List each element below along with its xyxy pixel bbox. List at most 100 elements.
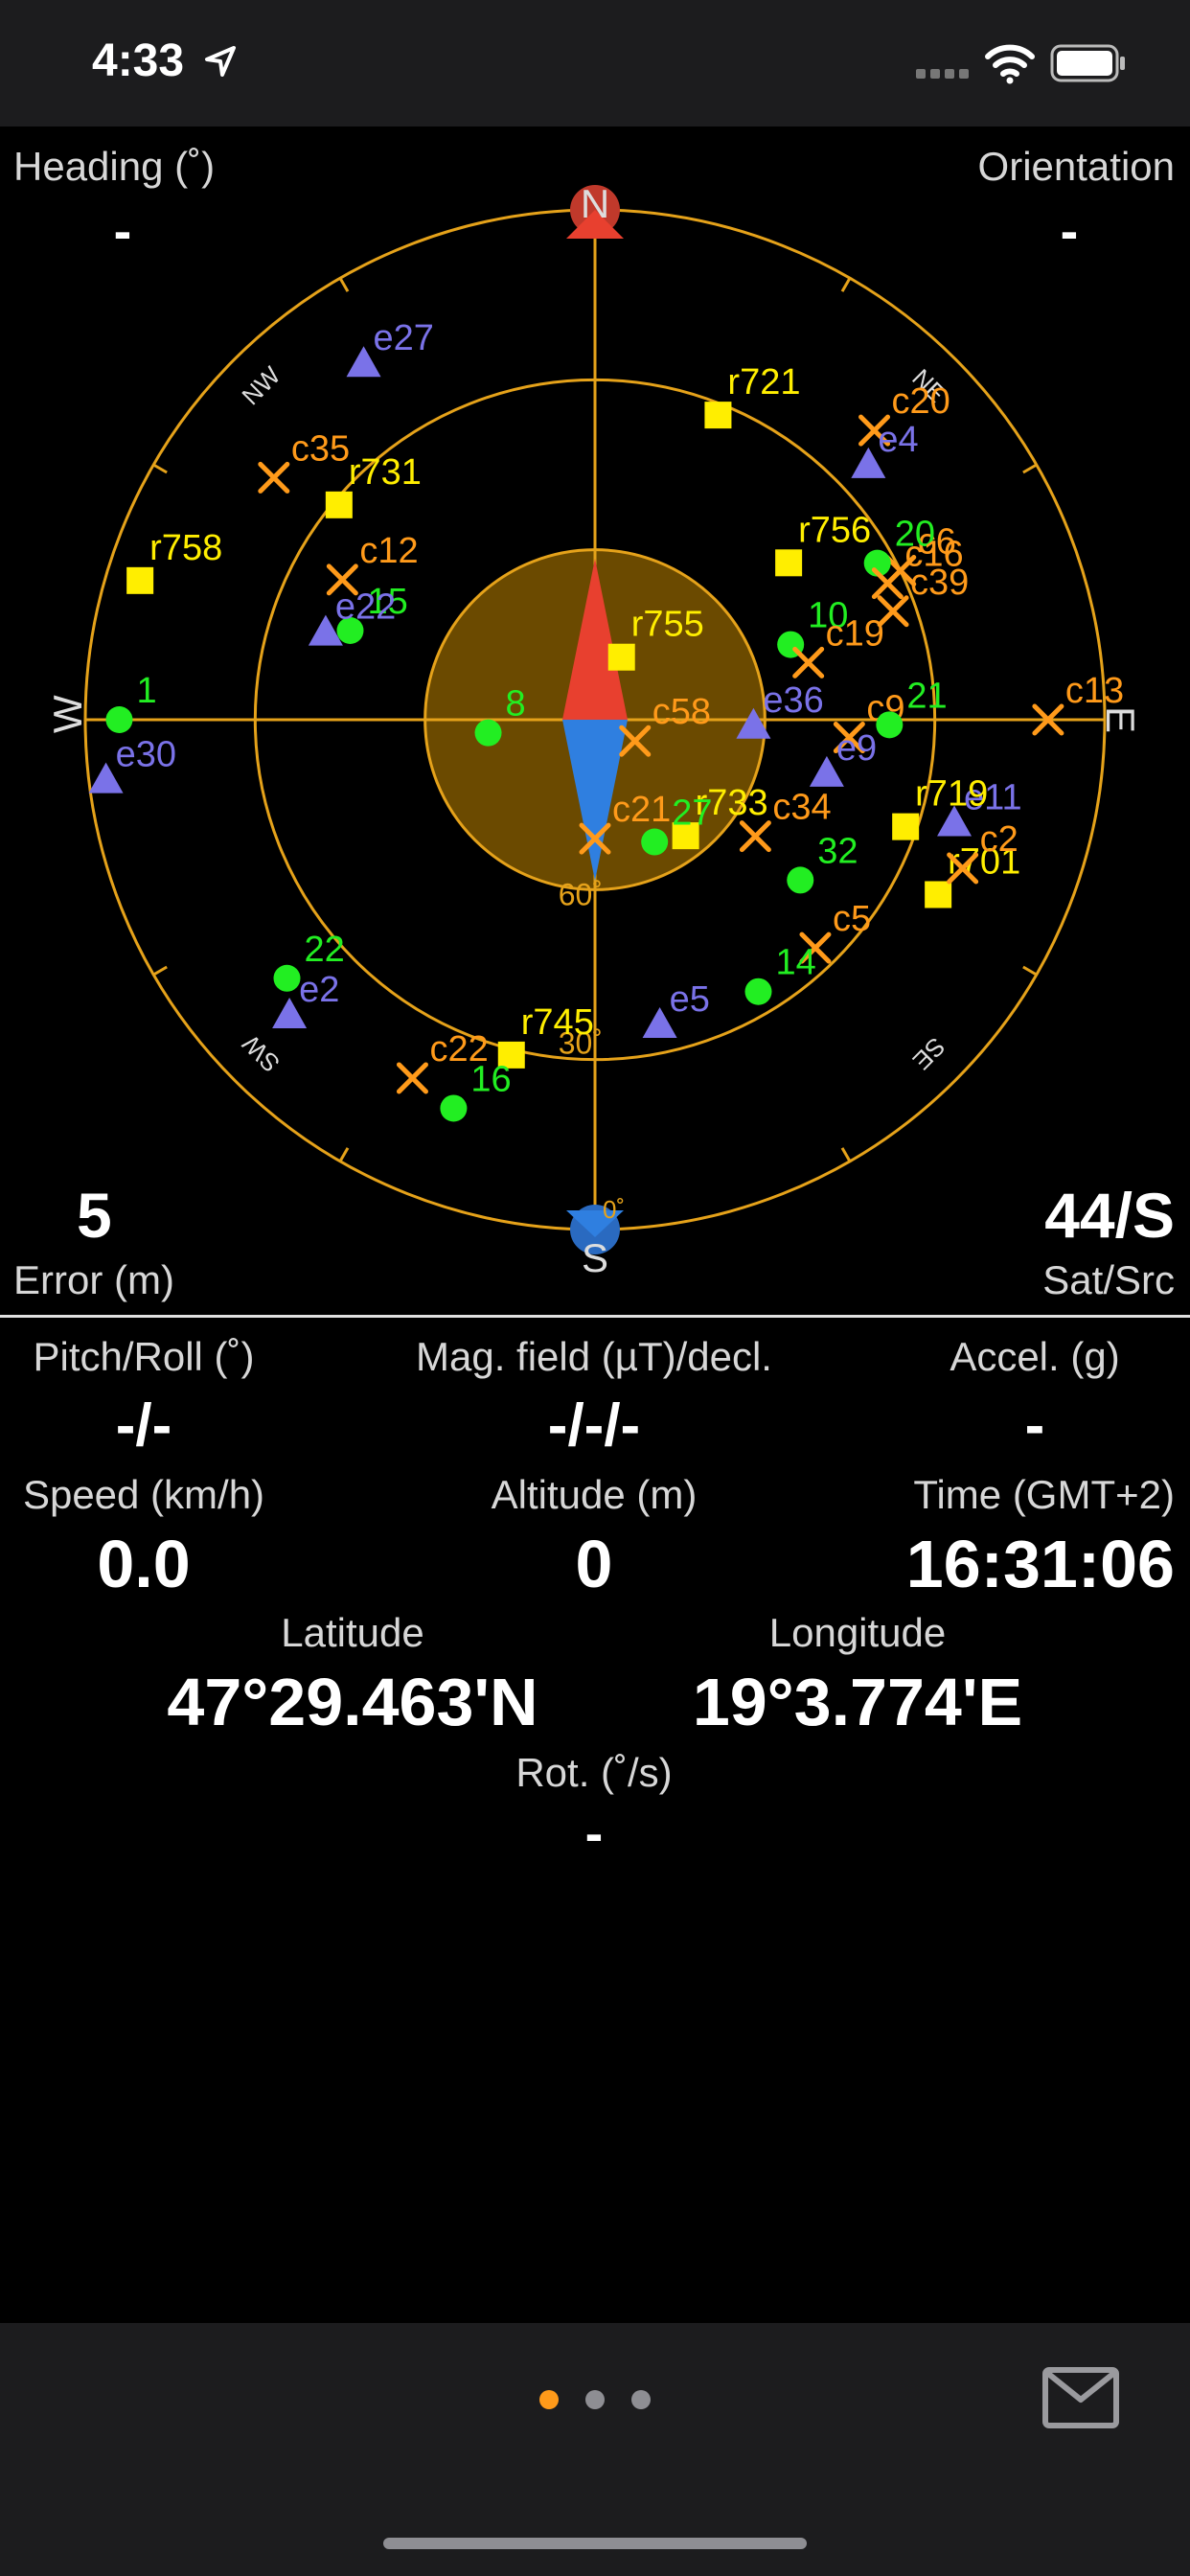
- compass-tick: [338, 1147, 350, 1162]
- error-label: Error (m): [13, 1257, 174, 1302]
- accel-value: -: [1024, 1392, 1045, 1459]
- satellite-label: c5: [833, 899, 871, 939]
- home-indicator: [383, 2538, 807, 2549]
- satellite-label: 32: [817, 831, 858, 871]
- longitude-label: Longitude: [768, 1610, 947, 1655]
- compass-tick: [840, 1147, 852, 1162]
- battery-icon: [1050, 44, 1125, 82]
- satellite-gps-32: [787, 866, 814, 894]
- satellite-label: c19: [826, 613, 884, 654]
- latitude-value: 47°29.463'N: [167, 1665, 538, 1739]
- satellite-label: e9: [836, 728, 877, 769]
- accel-label: Accel. (g): [950, 1334, 1120, 1379]
- satellite-beidou-c35: [258, 461, 290, 494]
- compass-label-s: S: [582, 1235, 608, 1280]
- satellite-glonass-r756: [775, 549, 803, 577]
- satsrc-label: Sat/Src: [1042, 1257, 1175, 1302]
- wifi-icon: [985, 44, 1035, 84]
- satellite-label: r721: [727, 362, 800, 402]
- time-label: Time (GMT+2): [913, 1472, 1175, 1517]
- page-dot-2[interactable]: [585, 2390, 605, 2409]
- compass-label-n: N: [581, 181, 609, 226]
- speed-label: Speed (km/h): [22, 1472, 265, 1517]
- compass-tick: [338, 277, 350, 292]
- satellite-gps-21: [876, 711, 904, 739]
- satellite-label: c20: [892, 381, 950, 422]
- heading-label: Heading (˚): [13, 144, 216, 189]
- pitch-roll-value: -/-: [115, 1392, 172, 1459]
- satellite-label: r756: [798, 510, 871, 550]
- satellite-label: e36: [763, 680, 823, 721]
- satellite-beidou-c34: [739, 820, 771, 853]
- status-time: 4:33: [92, 35, 185, 86]
- satellite-gps-22: [273, 964, 301, 992]
- satellite-label: 27: [672, 794, 712, 834]
- page-dot-3[interactable]: [631, 2390, 651, 2409]
- satellite-glonass-r758: [126, 566, 154, 594]
- satellite-gps-1: [105, 706, 133, 733]
- divider: [0, 1315, 1190, 1318]
- satellite-label: 14: [775, 943, 815, 983]
- page-dot-1[interactable]: [539, 2390, 559, 2409]
- orientation-label: Orientation: [977, 144, 1175, 189]
- satellite-label: c58: [652, 692, 711, 732]
- satellite-glonass-r719: [892, 813, 920, 840]
- satellite-label: c21: [612, 790, 671, 830]
- satellite-label: e30: [116, 735, 176, 775]
- altitude-label: Altitude (m): [491, 1472, 698, 1517]
- satellite-glonass-r701: [925, 881, 952, 908]
- satellite-glonass-r721: [704, 402, 732, 429]
- rotation-label: Rot. (˚/s): [515, 1750, 673, 1795]
- satellite-label: 8: [506, 684, 526, 724]
- compass-tick: [840, 277, 852, 292]
- satellite-label: e4: [878, 420, 918, 460]
- speed-value: 0.0: [97, 1527, 191, 1601]
- status-bar: 4:33: [0, 0, 1190, 126]
- satellite-label: e22: [335, 587, 396, 628]
- satellite-label: e2: [299, 970, 339, 1010]
- satellite-label: c12: [359, 531, 418, 571]
- satellite-label: e27: [374, 318, 434, 358]
- satellite-glonass-r731: [325, 491, 353, 518]
- satellite-label: c35: [291, 428, 350, 469]
- elevation-label-0: 0˚: [603, 1195, 625, 1224]
- compass-label-nw: NW: [236, 360, 286, 410]
- satellite-label: 16: [470, 1059, 511, 1099]
- compass-label-se: SE: [907, 1032, 951, 1076]
- compass-label-w: W: [45, 695, 90, 733]
- cellular-signal-icon: [916, 69, 969, 79]
- satellite-label: c39: [910, 563, 969, 603]
- rotation-value: -: [584, 1803, 604, 1863]
- mag-field-label: Mag. field (µT)/decl.: [416, 1334, 772, 1379]
- satellite-label: e5: [670, 979, 710, 1020]
- mail-icon[interactable]: [1042, 2367, 1119, 2428]
- longitude-value: 19°3.774'E: [692, 1665, 1023, 1739]
- satsrc-value: 44/S: [1044, 1180, 1175, 1251]
- satellite-label: r731: [349, 452, 422, 493]
- satellite-label: 22: [304, 930, 344, 970]
- satellite-label: c2: [980, 819, 1018, 860]
- mag-field-value: -/-/-: [547, 1392, 641, 1459]
- sky-plot: NSEWNENWSESW60˚30˚0˚r721e27c35r731r758 c1…: [45, 181, 1143, 1280]
- time-value: 16:31:06: [905, 1527, 1175, 1601]
- orientation-value: -: [1060, 200, 1079, 261]
- satellite-glonass-r755: [607, 643, 635, 671]
- compass-tick: [152, 965, 168, 977]
- satellite-label: r758: [149, 528, 222, 568]
- satellite-gps-14: [744, 978, 772, 1005]
- compass-label-sw: SW: [237, 1029, 286, 1078]
- satellite-label: c13: [1065, 671, 1124, 711]
- compass-tick: [152, 463, 168, 474]
- satellite-label: c34: [772, 788, 831, 828]
- compass-tick: [1022, 965, 1038, 977]
- satellite-beidou-c22: [396, 1062, 428, 1094]
- satellite-label: r755: [631, 605, 704, 645]
- latitude-label: Latitude: [281, 1610, 424, 1655]
- satellite-label: r719: [915, 774, 988, 815]
- pitch-roll-label: Pitch/Roll (˚): [33, 1334, 255, 1379]
- satellite-label: 1: [136, 671, 156, 711]
- heading-value: -: [113, 200, 132, 261]
- satellite-gps-27: [641, 828, 669, 856]
- satellite-gps-8: [474, 719, 502, 747]
- altitude-value: 0: [575, 1527, 613, 1601]
